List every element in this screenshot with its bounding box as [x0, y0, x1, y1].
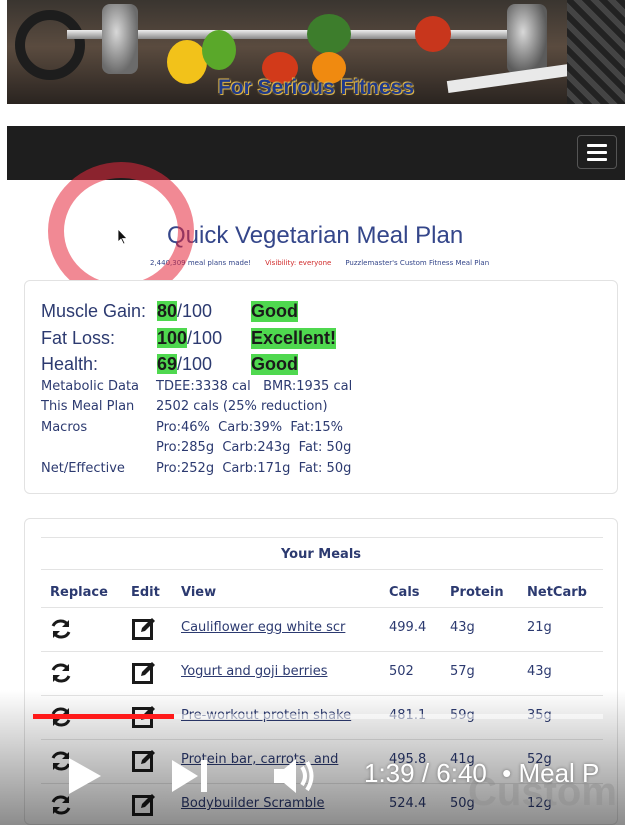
meal-name-link[interactable]: Cauliflower egg white scr	[181, 620, 345, 635]
score-number: 80	[157, 301, 178, 321]
score-label: Health:	[41, 354, 99, 374]
score-grade: Good	[251, 354, 298, 375]
meal-protein: 43g	[450, 620, 475, 635]
score-value: 80/100	[157, 301, 212, 322]
score-grade: Good	[251, 301, 298, 322]
score-max: /100	[187, 328, 223, 348]
page-title: Quick Vegetarian Meal Plan	[167, 222, 464, 249]
score-number: 100	[157, 328, 188, 348]
table-row: Yogurt and goji berries 502 57g 43g	[25, 651, 617, 695]
column-netcarb: NetCarb	[527, 585, 587, 600]
next-video-icon[interactable]	[170, 758, 210, 798]
video-progress-bar[interactable]	[33, 714, 603, 719]
info-label: Metabolic Data	[41, 379, 140, 394]
meal-cals: 499.4	[389, 620, 427, 635]
info-net: Net/Effective Pro:252g Carb:171g Fat: 50…	[41, 461, 351, 476]
menu-icon[interactable]	[577, 135, 617, 169]
plan-score-panel: Muscle Gain: 80/100 Good Fat Loss: 100/1…	[24, 280, 618, 494]
bike-wheel-image	[15, 10, 85, 80]
progress-played	[33, 714, 175, 719]
column-edit: Edit	[131, 585, 160, 600]
info-metabolic: Metabolic Data TDEE:3338 cal BMR:1935 ca…	[41, 379, 352, 394]
divider	[41, 569, 603, 570]
score-max: /100	[177, 301, 213, 321]
mouse-cursor-icon	[117, 227, 128, 249]
edit-icon[interactable]	[132, 616, 156, 640]
meals-title: Your Meals	[280, 547, 362, 562]
info-meal-plan: This Meal Plan 2502 cals (25% reduction)	[41, 399, 328, 414]
meal-netcarb: 43g	[527, 664, 552, 679]
score-label: Muscle Gain:	[41, 301, 147, 321]
custom-plan-link[interactable]: Puzzlemaster's Custom Fitness Meal Plan	[345, 259, 489, 267]
meal-protein: 57g	[450, 664, 475, 679]
table-row: Cauliflower egg white scr 499.4 43g 21g	[25, 607, 617, 651]
info-value: Pro:46% Carb:39% Fat:15%	[156, 420, 343, 435]
chapter-title[interactable]: • Meal P	[502, 758, 599, 788]
meal-netcarb: 21g	[527, 620, 552, 635]
score-number: 69	[157, 354, 178, 374]
meal-name-link[interactable]: Yogurt and goji berries	[181, 664, 327, 679]
info-label: Net/Effective	[41, 461, 125, 476]
score-value: 69/100	[157, 354, 212, 375]
pepper-image	[202, 30, 236, 70]
weight-plate-image	[507, 4, 547, 74]
column-view: View	[181, 585, 217, 600]
score-grade: Excellent!	[251, 328, 337, 349]
weight-plate-image	[102, 4, 138, 74]
visibility-label: Visibility: everyone	[265, 259, 332, 267]
refresh-icon[interactable]	[49, 661, 73, 685]
info-value: 2502 cals (25% reduction)	[156, 399, 328, 414]
site-banner: For Serious Fitness	[7, 0, 625, 104]
refresh-icon[interactable]	[49, 617, 73, 641]
edit-icon[interactable]	[132, 660, 156, 684]
column-replace: Replace	[50, 585, 108, 600]
divider	[41, 537, 603, 538]
score-label: Fat Loss:	[41, 328, 116, 348]
site-logo-text: For Serious Fitness	[217, 76, 415, 99]
info-value: TDEE:3338 cal BMR:1935 cal	[156, 379, 353, 394]
play-icon[interactable]	[66, 756, 104, 800]
score-value: 100/100	[157, 328, 222, 349]
info-value: Pro:252g Carb:171g Fat: 50g	[156, 461, 352, 476]
video-time: 1:39 / 6:40 • Meal P	[364, 758, 599, 789]
broccoli-image	[307, 14, 351, 54]
plan-subline: 2,440,309 meal plans made! Visibility: ev…	[150, 259, 489, 267]
info-macros: Macros Pro:46% Carb:39% Fat:15%	[41, 420, 343, 435]
info-label: Macros	[41, 420, 88, 435]
info-label: This Meal Plan	[41, 399, 135, 414]
meal-cals: 502	[389, 664, 414, 679]
info-value: Pro:285g Carb:243g Fat: 50g	[156, 440, 352, 455]
apple-image	[415, 16, 451, 52]
score-max: /100	[177, 354, 213, 374]
column-protein: Protein	[450, 585, 504, 600]
time-elapsed-duration: 1:39 / 6:40	[364, 758, 487, 788]
volume-icon[interactable]	[272, 757, 318, 799]
column-cals: Cals	[389, 585, 420, 600]
